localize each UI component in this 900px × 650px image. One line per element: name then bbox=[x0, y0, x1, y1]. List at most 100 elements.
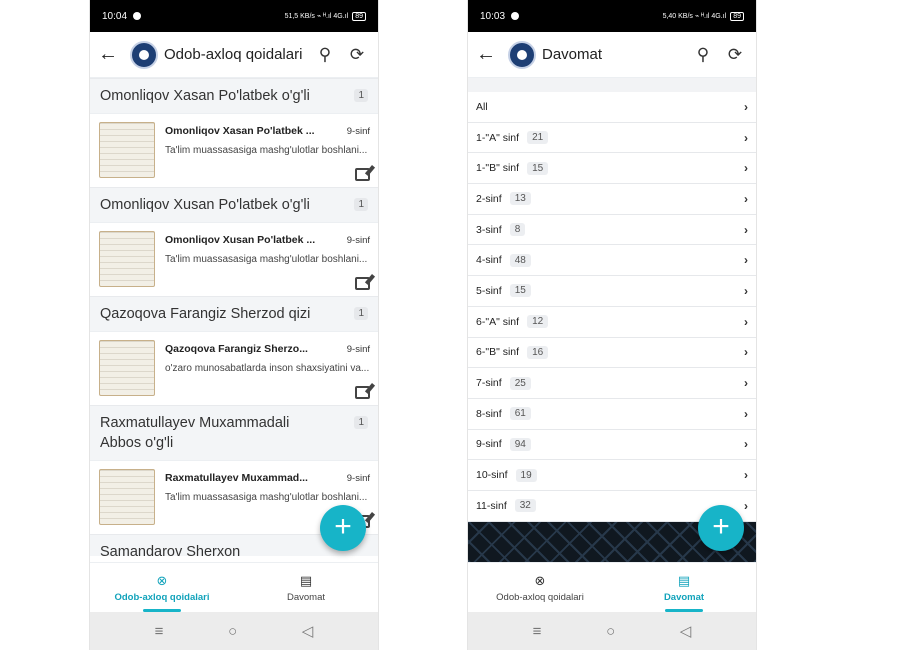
clipboard-icon: ▤ bbox=[299, 573, 313, 588]
app-bar: ← Davomat ⚲ ⟳ bbox=[468, 32, 756, 78]
status-bar: 10:04 51,5 KB/s ⌁ ᴴ.ıl 4G.ıl 89 bbox=[90, 0, 378, 32]
bottom-navigation: ⊗ Odob-axloq qoidalari ▤ Davomat bbox=[468, 562, 756, 612]
recent-apps-icon[interactable]: ≡ bbox=[155, 623, 164, 640]
item-grade: 9-sinf bbox=[346, 343, 370, 355]
class-label: 5-sinf bbox=[476, 284, 502, 297]
chevron-right-icon: › bbox=[744, 376, 748, 391]
class-count-badge: 21 bbox=[527, 131, 549, 145]
network-speed: 5,40 KB/s ⌁ ᴴ.ıl 4G.ıl bbox=[662, 13, 727, 20]
phone-screen-davomat: 10:03 5,40 KB/s ⌁ ᴴ.ıl 4G.ıl 89 ← Davoma… bbox=[467, 0, 757, 650]
class-label: 3-sinf bbox=[476, 223, 502, 236]
group-header[interactable]: Raxmatullayev Muxammadali Abbos o'g'li 1 bbox=[90, 405, 378, 460]
edit-icon[interactable] bbox=[355, 168, 370, 181]
status-indicators: 5,40 KB/s ⌁ ᴴ.ıl 4G.ıl 89 bbox=[662, 11, 744, 21]
page-title: Odob-axloq qoidalari bbox=[164, 46, 303, 63]
add-button[interactable]: + bbox=[320, 505, 366, 551]
nav-tab-odob-axloq[interactable]: ⊗ Odob-axloq qoidalari bbox=[468, 563, 612, 612]
item-grade: 9-sinf bbox=[346, 125, 370, 137]
class-label: All bbox=[476, 100, 488, 113]
class-label: 1-"A" sinf bbox=[476, 131, 520, 144]
group-header[interactable]: Qazoqova Farangiz Sherzod qizi 1 bbox=[90, 296, 378, 331]
list-item[interactable]: Omonliqov Xusan Po'latbek ... 9-sinf Ta'… bbox=[90, 222, 378, 296]
back-triangle-icon[interactable]: ◁ bbox=[302, 622, 314, 640]
class-count-badge: 94 bbox=[509, 437, 531, 451]
class-label: 8-sinf bbox=[476, 407, 502, 420]
add-button[interactable]: + bbox=[698, 505, 744, 551]
class-count-badge: 15 bbox=[527, 161, 549, 175]
plus-icon: + bbox=[334, 510, 352, 543]
chevron-right-icon: › bbox=[744, 314, 748, 329]
class-count-badge: 61 bbox=[509, 407, 531, 421]
class-row[interactable]: 1-"A" sinf 21 › bbox=[468, 123, 756, 154]
chevron-right-icon: › bbox=[744, 130, 748, 145]
search-icon[interactable]: ⚲ bbox=[312, 45, 338, 65]
edit-icon[interactable] bbox=[355, 386, 370, 399]
class-label: 7-sinf bbox=[476, 377, 502, 390]
class-row[interactable]: 2-sinf 13 › bbox=[468, 184, 756, 215]
class-count-badge: 16 bbox=[527, 345, 549, 359]
behavior-icon: ⊗ bbox=[534, 573, 546, 588]
document-thumbnail[interactable] bbox=[99, 469, 155, 525]
class-row[interactable]: 6-"B" sinf 16 › bbox=[468, 338, 756, 369]
battery-icon: 89 bbox=[730, 11, 744, 21]
refresh-icon[interactable]: ⟳ bbox=[722, 45, 748, 65]
chevron-right-icon: › bbox=[744, 406, 748, 421]
class-row[interactable]: 5-sinf 15 › bbox=[468, 276, 756, 307]
class-row[interactable]: 3-sinf 8 › bbox=[468, 215, 756, 246]
group-header[interactable]: Omonliqov Xusan Po'latbek o'g'li 1 bbox=[90, 187, 378, 222]
document-thumbnail[interactable] bbox=[99, 231, 155, 287]
item-description: o'zaro munosabatlarda inson shaxsiyatini… bbox=[165, 363, 370, 374]
home-icon[interactable]: ○ bbox=[606, 623, 615, 640]
class-row[interactable]: 6-"A" sinf 12 › bbox=[468, 307, 756, 338]
list-item[interactable]: Omonliqov Xasan Po'latbek ... 9-sinf Ta'… bbox=[90, 113, 378, 187]
nav-tab-davomat[interactable]: ▤ Davomat bbox=[612, 563, 756, 612]
class-row[interactable]: 4-sinf 48 › bbox=[468, 245, 756, 277]
phone-screen-odob-axloq: 10:04 51,5 KB/s ⌁ ᴴ.ıl 4G.ıl 89 ← Odob-a… bbox=[89, 0, 379, 650]
back-triangle-icon[interactable]: ◁ bbox=[680, 622, 692, 640]
class-row[interactable]: 8-sinf 61 › bbox=[468, 399, 756, 430]
group-name: Omonliqov Xasan Po'latbek o'g'li bbox=[100, 88, 310, 104]
class-row[interactable]: 9-sinf 94 › bbox=[468, 430, 756, 461]
refresh-icon[interactable]: ⟳ bbox=[344, 45, 370, 65]
class-row[interactable]: 7-sinf 25 › bbox=[468, 368, 756, 399]
class-row-all[interactable]: All › bbox=[468, 92, 756, 123]
edit-icon[interactable] bbox=[355, 277, 370, 290]
chevron-right-icon: › bbox=[744, 99, 748, 114]
group-header[interactable]: Omonliqov Xasan Po'latbek o'g'li 1 bbox=[90, 78, 378, 113]
nav-tab-odob-axloq[interactable]: ⊗ Odob-axloq qoidalari bbox=[90, 563, 234, 612]
status-bar: 10:03 5,40 KB/s ⌁ ᴴ.ıl 4G.ıl 89 bbox=[468, 0, 756, 32]
home-icon[interactable]: ○ bbox=[228, 623, 237, 640]
nav-tab-davomat[interactable]: ▤ Davomat bbox=[234, 563, 378, 612]
search-icon[interactable]: ⚲ bbox=[690, 45, 716, 65]
recent-apps-icon[interactable]: ≡ bbox=[533, 623, 542, 640]
group-count-badge: 1 bbox=[354, 416, 368, 429]
nav-tab-label: Odob-axloq qoidalari bbox=[114, 592, 210, 603]
network-speed: 51,5 KB/s ⌁ ᴴ.ıl 4G.ıl bbox=[284, 13, 349, 20]
class-count-badge: 25 bbox=[509, 376, 531, 390]
class-count-badge: 19 bbox=[515, 468, 537, 482]
class-label: 1-"B" sinf bbox=[476, 162, 520, 175]
app-bar: ← Odob-axloq qoidalari ⚲ ⟳ bbox=[90, 32, 378, 78]
student-list[interactable]: Omonliqov Xasan Po'latbek o'g'li 1 Omonl… bbox=[90, 78, 378, 556]
arrow-left-icon[interactable]: ← bbox=[476, 43, 502, 66]
class-count-badge: 8 bbox=[509, 223, 526, 237]
system-navigation-bar: ≡ ○ ◁ bbox=[468, 612, 756, 650]
chevron-right-icon: › bbox=[744, 283, 748, 298]
class-row[interactable]: 10-sinf 19 › bbox=[468, 460, 756, 491]
document-thumbnail[interactable] bbox=[99, 340, 155, 396]
item-description: Ta'lim muassasasiga mashg'ulotlar boshla… bbox=[165, 145, 368, 156]
plus-icon: + bbox=[712, 510, 730, 543]
arrow-left-icon[interactable]: ← bbox=[98, 43, 124, 66]
item-name: Omonliqov Xusan Po'latbek ... bbox=[165, 234, 316, 246]
group-name: Qazoqova Farangiz Sherzod qizi bbox=[100, 306, 311, 322]
chevron-right-icon: › bbox=[744, 437, 748, 452]
list-item-body: Qazoqova Farangiz Sherzo... 9-sinf o'zar… bbox=[165, 340, 370, 399]
notification-icon bbox=[511, 12, 520, 20]
chevron-right-icon: › bbox=[744, 345, 748, 360]
class-row[interactable]: 1-"B" sinf 15 › bbox=[468, 153, 756, 185]
nav-tab-label: Davomat bbox=[663, 592, 705, 603]
list-item[interactable]: Qazoqova Farangiz Sherzo... 9-sinf o'zar… bbox=[90, 331, 378, 405]
class-count-badge: 48 bbox=[509, 253, 531, 267]
document-thumbnail[interactable] bbox=[99, 122, 155, 178]
page-title: Davomat bbox=[542, 46, 603, 63]
